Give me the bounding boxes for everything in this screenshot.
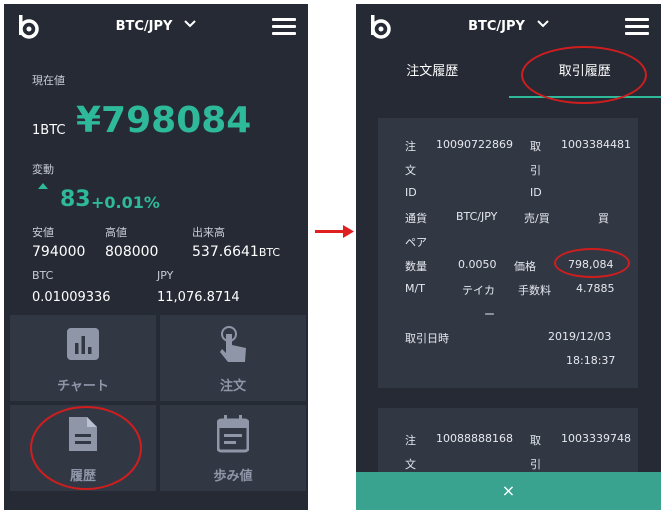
high-label: 高値 (105, 226, 127, 239)
jpy-balance: 11,076.8714 (157, 290, 240, 305)
trades-tile[interactable]: 歩み値 (160, 405, 306, 491)
quantity-value: 0.0050 (458, 258, 497, 271)
trade-id: 1003384481 (561, 138, 631, 151)
close-icon[interactable]: × (502, 481, 515, 500)
up-arrow-icon (38, 183, 48, 189)
pair-label-2: ペア (405, 236, 427, 249)
trade-id-label: 取 (530, 434, 541, 447)
order-id-label: 注 (405, 140, 416, 153)
chart-tile[interactable]: チャート (10, 315, 156, 401)
trades-tile-label: 歩み値 (213, 469, 253, 484)
order-tile[interactable]: 注文 (160, 315, 306, 401)
maker-taker-label: M/T (405, 282, 425, 295)
high-value: 808000 (105, 244, 159, 260)
pair-selector[interactable]: BTC/JPY (356, 19, 661, 34)
pair-label: 通貨 (405, 212, 427, 225)
highlight-ring-trade-tab (521, 46, 647, 104)
trade-date: 2019/12/03 (548, 330, 612, 343)
highlight-ring-price (554, 248, 630, 278)
trade-id-label-2: 引 (530, 164, 541, 177)
tab-order-history[interactable]: 注文履歴 (356, 52, 509, 96)
order-id-label: 注 (405, 434, 416, 447)
trade-id-label-3: ID (530, 186, 542, 199)
low-label: 安値 (32, 226, 54, 239)
btc-balance-label: BTC (32, 269, 54, 282)
order-id: 10088888168 (436, 432, 513, 445)
trade-id: 1003339748 (561, 432, 631, 445)
order-id-label-3: ID (405, 186, 417, 199)
pair-value: BTC/JPY (456, 210, 498, 223)
change-percent: +0.01% (91, 193, 160, 212)
order-id-label-2: 文 (405, 164, 416, 177)
change-value: 83 (60, 187, 91, 212)
trade-id-label-2: 引 (530, 458, 541, 471)
close-bar[interactable]: × (356, 472, 661, 510)
order-tile-label: 注文 (219, 379, 246, 394)
pair-selector[interactable]: BTC/JPY (4, 19, 308, 34)
datetime-label: 取引日時 (405, 332, 449, 345)
highlight-ring-history (30, 406, 142, 490)
order-id-label-2: 文 (405, 458, 416, 471)
current-price: ¥798084 (76, 100, 252, 141)
low-value: 794000 (32, 244, 86, 260)
trade-time: 18:18:37 (566, 354, 616, 367)
touch-icon (220, 326, 246, 362)
chevron-down-icon (184, 20, 197, 28)
right-arrow-icon (315, 225, 354, 238)
quantity-label: 数量 (405, 260, 427, 273)
app-header: BTC/JPY (4, 4, 308, 52)
jpy-balance-label: JPY (157, 269, 174, 282)
trade-id-label: 取 (530, 140, 541, 153)
side-value: 買 (598, 212, 609, 225)
maker-taker-value: テイカ (462, 284, 495, 297)
chart-tile-label: チャート (57, 379, 109, 394)
hamburger-menu-icon[interactable] (625, 18, 649, 36)
chevron-down-icon (537, 20, 549, 28)
maker-taker-value-2: ー (484, 308, 495, 321)
side-label: 売/買 (524, 212, 550, 225)
app-header: BTC/JPY (356, 4, 661, 52)
price-label: 価格 (514, 260, 536, 273)
order-id: 10090722869 (436, 138, 513, 151)
volume-label: 出来高 (192, 226, 225, 239)
calendar-icon (217, 415, 249, 453)
bar-chart-icon (67, 328, 99, 360)
volume-value: 537.6641BTC (192, 244, 281, 260)
unit-label: 1BTC (32, 123, 66, 138)
hamburger-menu-icon[interactable] (272, 18, 296, 36)
fee-label: 手数料 (518, 284, 551, 297)
fee-value: 4.7885 (576, 282, 615, 295)
current-price-label: 現在値 (32, 74, 65, 87)
btc-balance: 0.01009336 (32, 290, 111, 305)
change-label: 変動 (32, 163, 54, 176)
